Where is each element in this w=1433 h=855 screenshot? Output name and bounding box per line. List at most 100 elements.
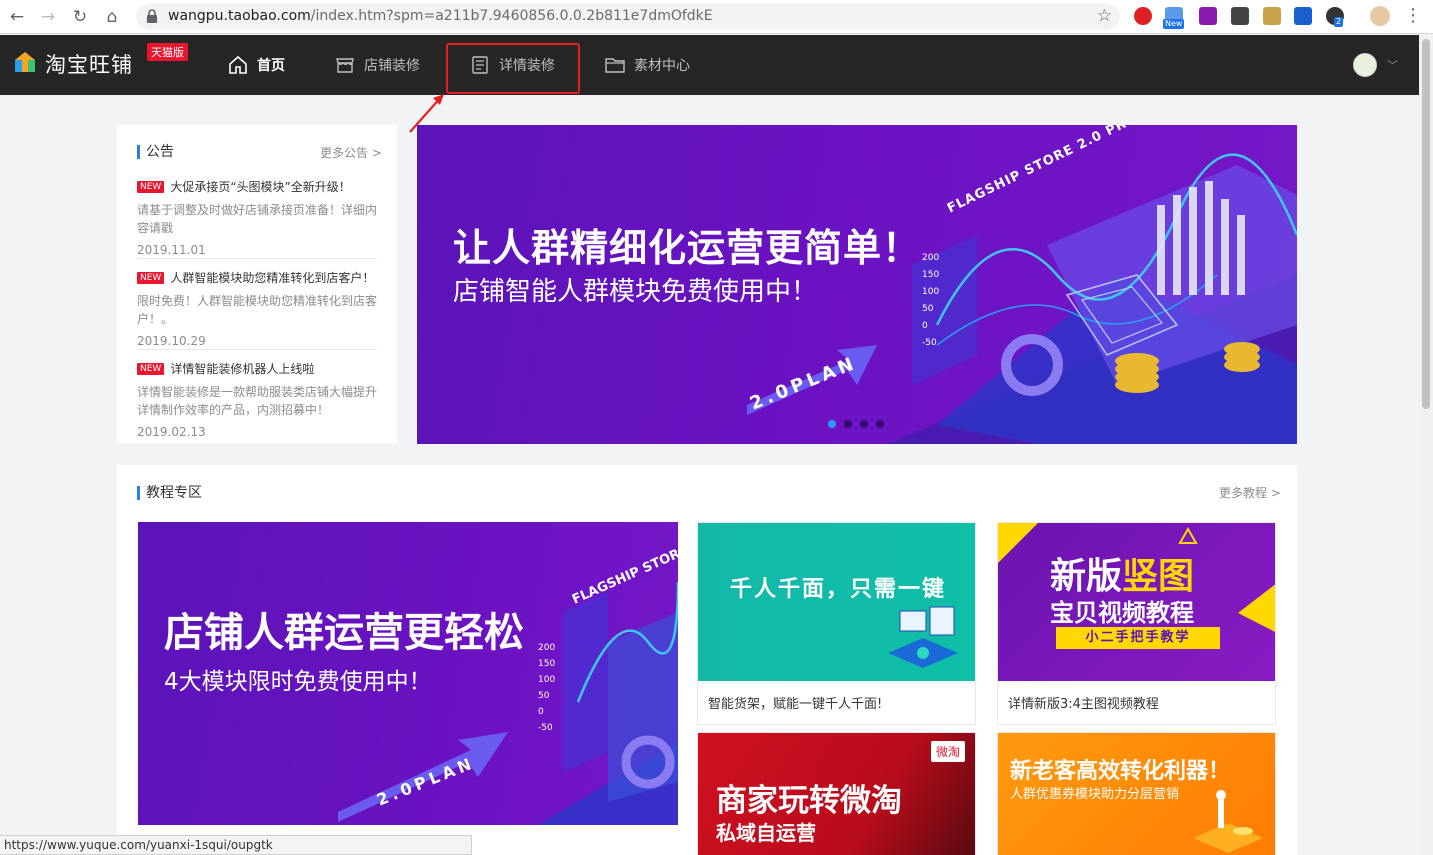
new-badge: NEW [137, 362, 165, 375]
tutorial-panel: 教程专区 更多教程 > 200 150 100 50 0 -50 2.0PLAN FLAG… [117, 465, 1297, 855]
tutorial-card-caption[interactable]: 智能货架，赋能一键千人千面! [698, 681, 975, 724]
bookmark-star-icon[interactable]: ☆ [1097, 6, 1112, 26]
carousel-dot[interactable] [844, 420, 852, 428]
carousel-dot[interactable] [876, 420, 884, 428]
card-image-text-a: 新版 [1050, 556, 1123, 597]
tutorial-card-image: 微淘 商家玩转微淘 私域自运营 [698, 733, 975, 855]
url-host: wangpu.taobao.com [168, 8, 311, 24]
svg-text:50: 50 [538, 691, 550, 701]
reload-icon[interactable]: ↻ [69, 6, 91, 28]
notice-date: 2019.11.01 [137, 243, 206, 257]
user-avatar[interactable] [1353, 53, 1377, 77]
notice-panel: 公告 更多公告 > NEW 大促承接页“头图模块”全新升级！ 请基于调整及时做好店… [117, 125, 397, 443]
notice-title[interactable]: 详情智能装修机器人上线啦 [170, 360, 314, 377]
divider [137, 349, 377, 350]
link-status-bar: https://www.yuque.com/yuanxi-1squi/oupgt… [0, 835, 472, 855]
card-image-title: 新版竖图 [1050, 547, 1194, 599]
app-header: 淘宝旺铺 天猫版 首页 店铺装修 详情装修 素材中心 ﹀ [0, 35, 1419, 95]
extension-shield-icon[interactable] [1231, 7, 1249, 25]
url-text: wangpu.taobao.com/index.htm?spm=a211b7.9… [168, 8, 713, 24]
browser-menu-icon[interactable]: ⋮ [1404, 5, 1422, 26]
extension-new-icon[interactable]: New [1163, 7, 1185, 29]
tmall-badge: 天猫版 [147, 43, 188, 61]
nav-shop-decoration-label: 店铺装修 [364, 58, 420, 74]
svg-text:-50: -50 [538, 723, 553, 733]
scroll-thumb[interactable] [1422, 39, 1430, 409]
tutorial-card[interactable]: 微淘 商家玩转微淘 私域自运营 [697, 732, 976, 855]
notice-title[interactable]: 大促承接页“头图模块”全新升级！ [170, 178, 350, 195]
back-icon[interactable]: ← [6, 6, 28, 28]
address-bar[interactable]: wangpu.taobao.com/index.htm?spm=a211b7.9… [136, 3, 1120, 30]
card-image-text: 新老客高效转化利器！ [1010, 759, 1231, 784]
tutorial-card[interactable]: 新老客高效转化利器！ 人群优惠券模块助力分层营销 [997, 732, 1276, 855]
nav-shop-decoration[interactable]: 店铺装修 [335, 35, 420, 95]
isometric-coins-icon [1193, 790, 1263, 853]
card-image-text: 千人千面，只需一键 [730, 577, 947, 602]
extension-red-icon[interactable] [1134, 7, 1152, 25]
svg-text:0: 0 [922, 321, 928, 331]
notice-description: 详情智能装修是一款帮助服装类店铺大幅提升详情制作效率的产品，内测招募中！ [137, 385, 378, 417]
svg-text:150: 150 [922, 270, 939, 280]
wangpu-logo-icon [15, 52, 35, 72]
tutorial-heading: 教程专区 [137, 486, 202, 500]
card-image-ribbon: 小二手把手教学 [1056, 627, 1220, 649]
new-badge: NEW [137, 180, 165, 193]
tutorial-card[interactable]: 千人千面，只需一键 智能货架，赋能一键千人千面! [697, 522, 976, 725]
folder-icon [605, 58, 625, 73]
notice-item[interactable]: NEW 人群智能模块助您精准转化到店客户！ 限时免费！人群智能模块助您精准转化到店… [137, 269, 377, 348]
card-image-text: 商家玩转微淘 [716, 783, 902, 819]
chevron-down-icon[interactable]: ﹀ [1387, 57, 1398, 73]
browser-toolbar: ← → ↻ ⌂ wangpu.taobao.com/index.htm?spm=… [0, 0, 1433, 34]
svg-text:100: 100 [538, 675, 555, 685]
featured-tutorial-card[interactable]: 200150100500-50 2.0PLAN FLAGSHIP STORE 2… [138, 522, 678, 825]
hero-banner[interactable]: 200 150 100 50 0 -50 2.0PLAN FLAGSHIP STORE 2… [417, 125, 1297, 444]
notice-description: 请基于调整及时做好店铺承接页准备！详细内容请戳 [137, 203, 378, 235]
extension-chat-icon[interactable]: 2 [1326, 7, 1344, 27]
url-path: /index.htm?spm=a211b7.9460856.0.0.2b811e… [310, 8, 713, 24]
svg-text:100: 100 [922, 287, 939, 297]
notice-title[interactable]: 人群智能模块助您精准转化到店客户！ [170, 269, 374, 286]
tutorial-card-image: 新版竖图 宝贝视频教程 小二手把手教学 [998, 523, 1275, 681]
home-icon[interactable]: ⌂ [101, 6, 123, 28]
card-image-text-b: 竖图 [1122, 556, 1195, 597]
notice-heading: 公告 [137, 145, 174, 159]
forward-icon[interactable]: → [37, 6, 59, 28]
svg-text:150: 150 [538, 659, 555, 669]
page-scrollbar[interactable] [1419, 35, 1433, 855]
extension-image-icon[interactable] [1263, 7, 1281, 25]
notice-item[interactable]: NEW 大促承接页“头图模块”全新升级！ 请基于调整及时做好店铺承接页准备！详细内… [137, 178, 377, 257]
profile-avatar-icon[interactable] [1370, 6, 1390, 26]
featured-card-subtitle: 4大模块限时免费使用中！ [164, 669, 432, 695]
notice-description: 限时免费！人群智能模块助您精准转化到店客户！。 [137, 294, 378, 326]
nav-home[interactable]: 首页 [228, 35, 285, 95]
tutorial-card-caption[interactable]: 详情新版3:4主图视频教程 [998, 681, 1275, 724]
tutorial-card-image: 千人千面，只需一键 [698, 523, 975, 681]
tutorial-card[interactable]: 新版竖图 宝贝视频教程 小二手把手教学 详情新版3:4主图视频教程 [997, 522, 1276, 725]
hero-title: 让人群精细化运营更简单！ [453, 226, 922, 270]
card-image-subtitle: 私域自运营 [716, 821, 816, 845]
carousel-dot-active[interactable] [828, 420, 836, 428]
extension-rp-icon[interactable] [1199, 7, 1217, 25]
svg-text:50: 50 [922, 304, 934, 314]
card-image-subtitle: 人群优惠券模块助力分层营销 [1010, 787, 1180, 802]
notice-date: 2019.10.29 [137, 334, 206, 348]
logo-text: 淘宝旺铺 [45, 53, 133, 77]
new-badge: NEW [137, 271, 165, 284]
featured-card-title: 店铺人群运营更轻松 [164, 610, 524, 656]
extension-count-badge: 2 [1334, 17, 1344, 27]
notice-date: 2019.02.13 [137, 425, 206, 439]
svg-text:-50: -50 [922, 338, 937, 348]
svg-text:200: 200 [538, 643, 555, 653]
more-tutorials-link[interactable]: 更多教程 > [1219, 484, 1281, 501]
nav-home-label: 首页 [257, 58, 285, 74]
nav-material-center[interactable]: 素材中心 [605, 35, 690, 95]
card-image-subtitle: 宝贝视频教程 [1050, 599, 1194, 627]
home-icon [229, 55, 247, 74]
carousel-dot[interactable] [860, 420, 868, 428]
notice-item[interactable]: NEW 详情智能装修机器人上线啦 详情智能装修是一款帮助服装类店铺大幅提升详情制作… [137, 360, 377, 439]
extension-blue-icon[interactable] [1294, 7, 1312, 25]
store-icon [336, 58, 354, 73]
hero-subtitle: 店铺智能人群模块免费使用中！ [453, 277, 818, 307]
more-notices-link[interactable]: 更多公告 > [320, 144, 382, 161]
isometric-device-icon [888, 606, 958, 668]
